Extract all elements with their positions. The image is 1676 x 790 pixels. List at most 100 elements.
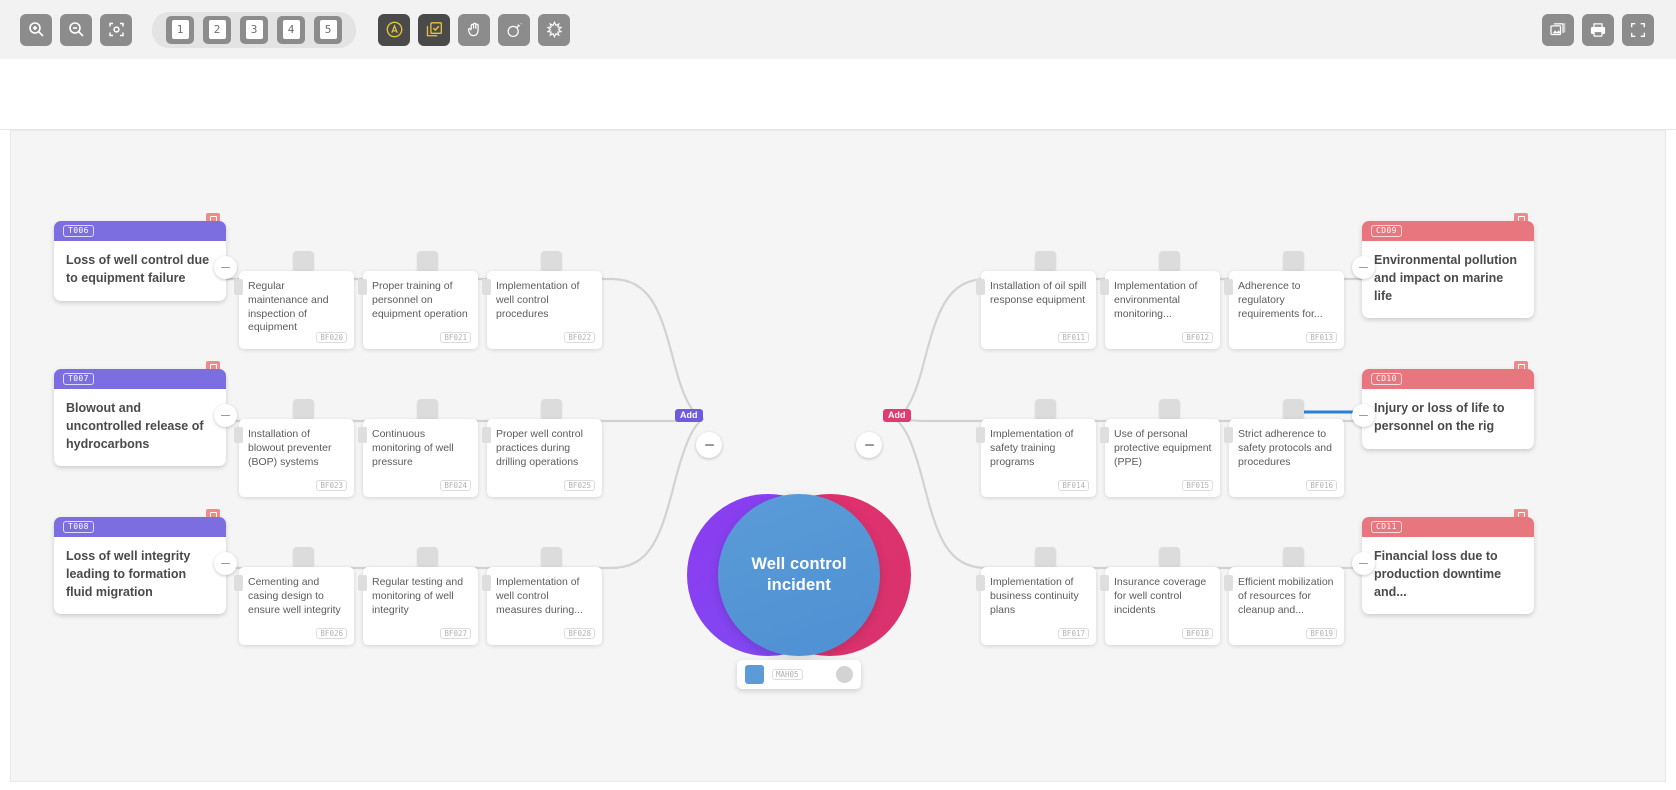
barrier-tab	[1224, 279, 1233, 295]
barrier-card-bf015[interactable]: Use of personal protective equipment (PP…	[1100, 419, 1220, 497]
barrier-code: BF014	[1058, 479, 1089, 491]
threat-card-t006[interactable]: T006 Loss of well control due to equipme…	[54, 213, 226, 301]
barrier-knob[interactable]	[417, 547, 438, 568]
fullscreen-icon[interactable]	[1622, 13, 1654, 46]
consequence-card-cd10[interactable]: CD10 Injury or loss of life to personnel…	[1362, 361, 1534, 449]
page-button-3[interactable]: 3	[240, 15, 268, 44]
consequence-card-cd11[interactable]: CD11 Financial loss due to production do…	[1362, 509, 1534, 615]
barrier-card-bf013[interactable]: Adherence to regulatory requirements for…	[1224, 271, 1344, 349]
image-export-icon[interactable]	[1542, 13, 1574, 46]
barrier-card-bf020[interactable]: Regular maintenance and inspection of eq…	[234, 271, 354, 349]
barrier-knob[interactable]	[1283, 399, 1304, 420]
barrier-tab	[482, 279, 491, 295]
barrier-knob[interactable]	[1283, 251, 1304, 272]
barrier-knob[interactable]	[1159, 251, 1180, 272]
barrier-knob[interactable]	[1283, 547, 1304, 568]
barrier-tab	[482, 427, 491, 443]
threat-collapse-toggle-t008[interactable]	[214, 552, 237, 575]
barrier-code: BF022	[564, 331, 595, 343]
barrier-card-bf028[interactable]: Implementation of well control measures …	[482, 567, 602, 645]
barrier-knob[interactable]	[541, 399, 562, 420]
barrier-card-bf014[interactable]: Implementation of safety training progra…	[976, 419, 1096, 497]
barrier-card-bf019[interactable]: Efficient mobilization of resources for …	[1224, 567, 1344, 645]
barrier-knob[interactable]	[541, 251, 562, 272]
barrier-knob[interactable]	[1159, 399, 1180, 420]
threat-card-header: T008	[54, 517, 226, 537]
threat-collapse-toggle-t007[interactable]	[214, 404, 237, 427]
barrier-knob[interactable]	[293, 399, 314, 420]
hazard-collapse-right-toggle[interactable]	[856, 432, 882, 458]
barrier-text: Regular testing and monitoring of well i…	[372, 576, 464, 616]
zoom-in-icon[interactable]	[20, 13, 52, 46]
page-button-2[interactable]: 2	[203, 15, 231, 44]
add-consequence-button[interactable]: Add	[883, 409, 911, 422]
consequence-collapse-toggle-cd10[interactable]	[1352, 404, 1375, 427]
barrier-knob[interactable]	[1159, 547, 1180, 568]
barrier-knob[interactable]	[417, 251, 438, 272]
header-strip	[0, 59, 1676, 130]
hazard-collapse-left-toggle[interactable]	[696, 432, 722, 458]
barrier-card-bf011[interactable]: Installation of oil spill response equip…	[976, 271, 1096, 349]
barrier-knob[interactable]	[1035, 251, 1056, 272]
barrier-text: Implementation of business continuity pl…	[990, 576, 1079, 616]
barrier-card-bf016[interactable]: Strict adherence to safety protocols and…	[1224, 419, 1344, 497]
page-button-3-label: 3	[245, 20, 263, 39]
bowtie-canvas[interactable]: T006 Loss of well control due to equipme…	[10, 130, 1666, 782]
barrier-card-bf012[interactable]: Implementation of environmental monitori…	[1100, 271, 1220, 349]
barrier-text: Efficient mobilization of resources for …	[1238, 576, 1334, 616]
hazard-node[interactable]: Well control incident	[687, 494, 911, 656]
consequence-collapse-toggle-cd09[interactable]	[1352, 256, 1375, 279]
explosion-icon[interactable]	[538, 13, 570, 46]
threat-title: Blowout and uncontrolled release of hydr…	[66, 401, 204, 451]
barrier-text: Insurance coverage for well control inci…	[1114, 576, 1207, 616]
hazard-status-dot-icon[interactable]	[836, 666, 853, 683]
barrier-knob[interactable]	[1035, 399, 1056, 420]
bomb-icon[interactable]	[498, 13, 530, 46]
barrier-card-bf023[interactable]: Installation of blowout preventer (BOP) …	[234, 419, 354, 497]
barrier-text: Implementation of well control procedure…	[496, 280, 580, 320]
zoom-out-icon[interactable]	[60, 13, 92, 46]
barrier-card-bf025[interactable]: Proper well control practices during dri…	[482, 419, 602, 497]
barrier-text: Implementation of environmental monitori…	[1114, 280, 1198, 320]
threat-card-t007[interactable]: T007 Blowout and uncontrolled release of…	[54, 361, 226, 467]
barrier-card-bf022[interactable]: Implementation of well control procedure…	[482, 271, 602, 349]
barrier-card-bf027[interactable]: Regular testing and monitoring of well i…	[358, 567, 478, 645]
barrier-code: BF024	[440, 479, 471, 491]
barrier-card-bf024[interactable]: Continuous monitoring of well pressure B…	[358, 419, 478, 497]
checklist-icon[interactable]	[418, 13, 450, 46]
barrier-knob[interactable]	[293, 251, 314, 272]
add-threat-button[interactable]: Add	[675, 409, 703, 422]
barrier-code: BF020	[316, 331, 347, 343]
barrier-text: Installation of blowout preventer (BOP) …	[248, 428, 332, 468]
fit-to-screen-icon[interactable]	[100, 13, 132, 46]
consequence-title: Environmental pollution and impact on ma…	[1374, 253, 1518, 303]
barrier-card-bf018[interactable]: Insurance coverage for well control inci…	[1100, 567, 1220, 645]
threat-collapse-toggle-t006[interactable]	[214, 256, 237, 279]
barrier-card-bf021[interactable]: Proper training of personnel on equipmen…	[358, 271, 478, 349]
barrier-knob[interactable]	[1035, 547, 1056, 568]
barrier-card-bf017[interactable]: Implementation of business continuity pl…	[976, 567, 1096, 645]
barrier-knob[interactable]	[541, 547, 562, 568]
page-button-4[interactable]: 4	[277, 15, 305, 44]
threat-card-t008[interactable]: T008 Loss of well integrity leading to f…	[54, 509, 226, 615]
hazard-color-swatch	[745, 665, 764, 684]
barrier-code: BF015	[1182, 479, 1213, 491]
barrier-knob[interactable]	[293, 547, 314, 568]
page-button-1[interactable]: 1	[166, 15, 194, 44]
print-icon[interactable]	[1582, 13, 1614, 46]
hand-icon[interactable]	[458, 13, 490, 46]
consequence-collapse-toggle-cd11[interactable]	[1352, 552, 1375, 575]
consequence-card-header: CD09	[1362, 221, 1534, 241]
barrier-knob[interactable]	[417, 399, 438, 420]
barrier-card-bf026[interactable]: Cementing and casing design to ensure we…	[234, 567, 354, 645]
hazard-circle-center[interactable]: Well control incident	[718, 494, 880, 656]
consequence-title: Financial loss due to production downtim…	[1374, 549, 1502, 599]
activity-icon[interactable]	[378, 13, 410, 46]
barrier-code: BF025	[564, 479, 595, 491]
barrier-tab	[358, 279, 367, 295]
page-selector-group: 1 2 3 4 5	[152, 11, 356, 48]
consequence-card-cd09[interactable]: CD09 Environmental pollution and impact …	[1362, 213, 1534, 319]
hazard-badge-panel[interactable]: MAH05	[737, 660, 861, 689]
barrier-tab	[1100, 279, 1109, 295]
page-button-5[interactable]: 5	[314, 15, 342, 44]
